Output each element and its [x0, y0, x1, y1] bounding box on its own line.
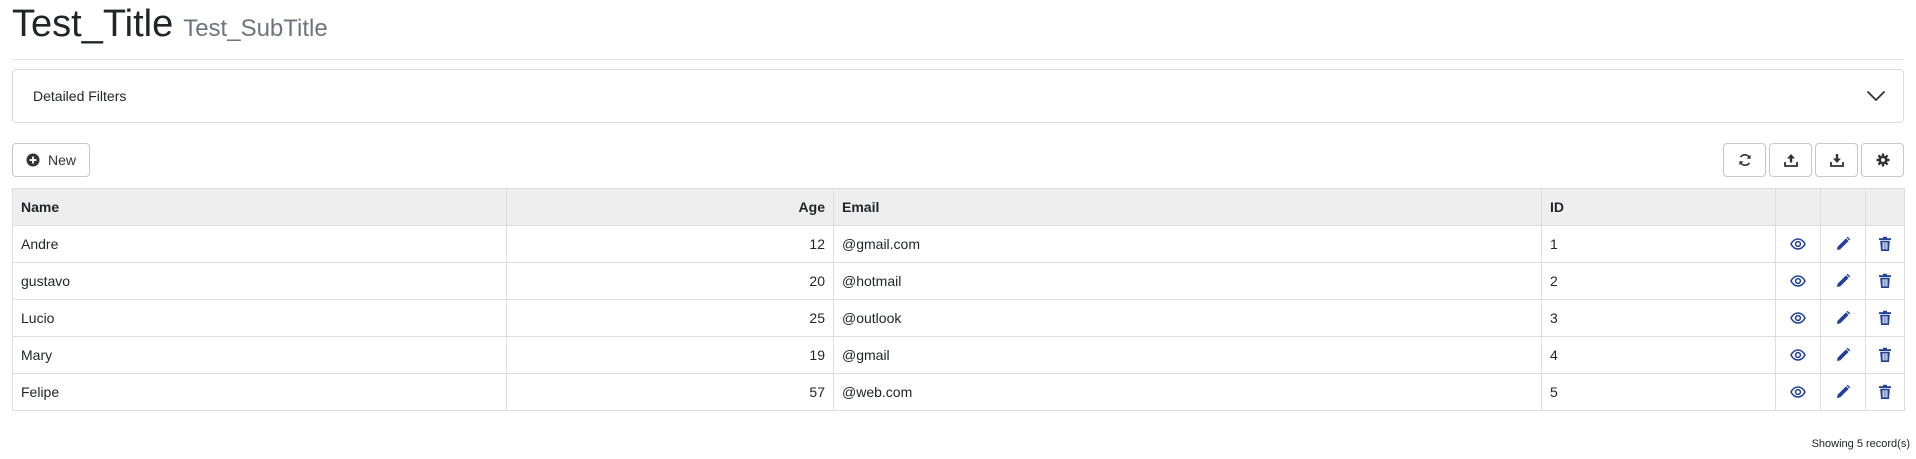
cell-email: @web.com	[833, 373, 1542, 411]
table-body: Andre 12 @gmail.com 1 gustavo 20 @hotmail 2 Luci…	[12, 225, 1905, 411]
page-title: Test_Title	[12, 3, 174, 45]
column-header-edit	[1820, 188, 1866, 226]
download-icon	[1829, 153, 1844, 167]
cell-delete	[1865, 336, 1905, 374]
cell-edit	[1820, 336, 1866, 374]
column-header-view	[1775, 188, 1821, 226]
delete-icon[interactable]	[1875, 345, 1895, 365]
delete-icon[interactable]	[1875, 382, 1895, 402]
cell-age: 25	[506, 299, 834, 337]
table-row[interactable]: Andre 12 @gmail.com 1	[12, 225, 1905, 263]
view-icon[interactable]	[1788, 308, 1808, 328]
edit-icon[interactable]	[1833, 382, 1853, 402]
cell-email: @gmail.com	[833, 225, 1542, 263]
cell-delete	[1865, 299, 1905, 337]
cell-view	[1775, 373, 1821, 411]
cell-age: 57	[506, 373, 834, 411]
refresh-button[interactable]	[1723, 143, 1766, 177]
page-subtitle: Test_SubTitle	[183, 15, 328, 42]
cell-view	[1775, 336, 1821, 374]
cell-view	[1775, 299, 1821, 337]
cell-view	[1775, 262, 1821, 300]
table-header-row: Name Age Email ID	[12, 188, 1905, 226]
cell-edit	[1820, 373, 1866, 411]
toolbar: New	[12, 143, 1904, 177]
cell-id: 4	[1541, 336, 1776, 374]
column-header-email[interactable]: Email	[833, 188, 1542, 226]
new-button-label: New	[47, 152, 76, 168]
cell-age: 20	[506, 262, 834, 300]
edit-icon[interactable]	[1833, 234, 1853, 254]
refresh-icon	[1738, 153, 1752, 167]
download-button[interactable]	[1815, 143, 1858, 177]
data-table-container: Name Age Email ID Andre 12 @gmail.com 1 gust…	[12, 188, 1905, 411]
cell-id: 2	[1541, 262, 1776, 300]
delete-icon[interactable]	[1875, 271, 1895, 291]
cell-delete	[1865, 373, 1905, 411]
cell-name: Mary	[12, 336, 507, 374]
table-row[interactable]: gustavo 20 @hotmail 2	[12, 262, 1905, 300]
cell-edit	[1820, 262, 1866, 300]
column-header-id[interactable]: ID	[1541, 188, 1776, 226]
upload-button[interactable]	[1769, 143, 1812, 177]
cell-email: @outlook	[833, 299, 1542, 337]
cell-id: 1	[1541, 225, 1776, 263]
delete-icon[interactable]	[1875, 234, 1895, 254]
plus-circle-icon	[26, 153, 40, 167]
view-icon[interactable]	[1788, 345, 1808, 365]
cell-edit	[1820, 225, 1866, 263]
detailed-filters-panel[interactable]: Detailed Filters	[12, 69, 1904, 123]
cell-delete	[1865, 262, 1905, 300]
page-header: Test_Title Test_SubTitle	[12, 0, 1904, 60]
edit-icon[interactable]	[1833, 345, 1853, 365]
table-row[interactable]: Felipe 57 @web.com 5	[12, 373, 1905, 411]
column-header-name[interactable]: Name	[12, 188, 507, 226]
settings-button[interactable]	[1861, 143, 1904, 177]
page: Test_Title Test_SubTitle Detailed Filter…	[0, 0, 1916, 459]
table-row[interactable]: Lucio 25 @outlook 3	[12, 299, 1905, 337]
edit-icon[interactable]	[1833, 271, 1853, 291]
cell-edit	[1820, 299, 1866, 337]
view-icon[interactable]	[1788, 234, 1808, 254]
edit-icon[interactable]	[1833, 308, 1853, 328]
toolbar-actions	[1723, 143, 1904, 177]
cell-id: 3	[1541, 299, 1776, 337]
view-icon[interactable]	[1788, 271, 1808, 291]
cell-age: 12	[506, 225, 834, 263]
view-icon[interactable]	[1788, 382, 1808, 402]
cell-delete	[1865, 225, 1905, 263]
cell-name: Felipe	[12, 373, 507, 411]
data-table: Name Age Email ID Andre 12 @gmail.com 1 gust…	[12, 188, 1905, 411]
title-group: Test_Title Test_SubTitle	[12, 5, 328, 43]
cell-name: Andre	[12, 225, 507, 263]
cell-id: 5	[1541, 373, 1776, 411]
column-header-age[interactable]: Age	[506, 188, 834, 226]
cell-name: gustavo	[12, 262, 507, 300]
record-count: Showing 5 record(s)	[1811, 438, 1910, 450]
chevron-down-icon[interactable]	[1867, 87, 1885, 105]
gear-icon	[1876, 153, 1890, 167]
cell-email: @hotmail	[833, 262, 1542, 300]
cell-name: Lucio	[12, 299, 507, 337]
cell-age: 19	[506, 336, 834, 374]
new-button[interactable]: New	[12, 143, 90, 177]
column-header-delete	[1865, 188, 1905, 226]
detailed-filters-label: Detailed Filters	[33, 88, 127, 104]
cell-email: @gmail	[833, 336, 1542, 374]
delete-icon[interactable]	[1875, 308, 1895, 328]
upload-icon	[1783, 153, 1798, 167]
table-row[interactable]: Mary 19 @gmail 4	[12, 336, 1905, 374]
cell-view	[1775, 225, 1821, 263]
